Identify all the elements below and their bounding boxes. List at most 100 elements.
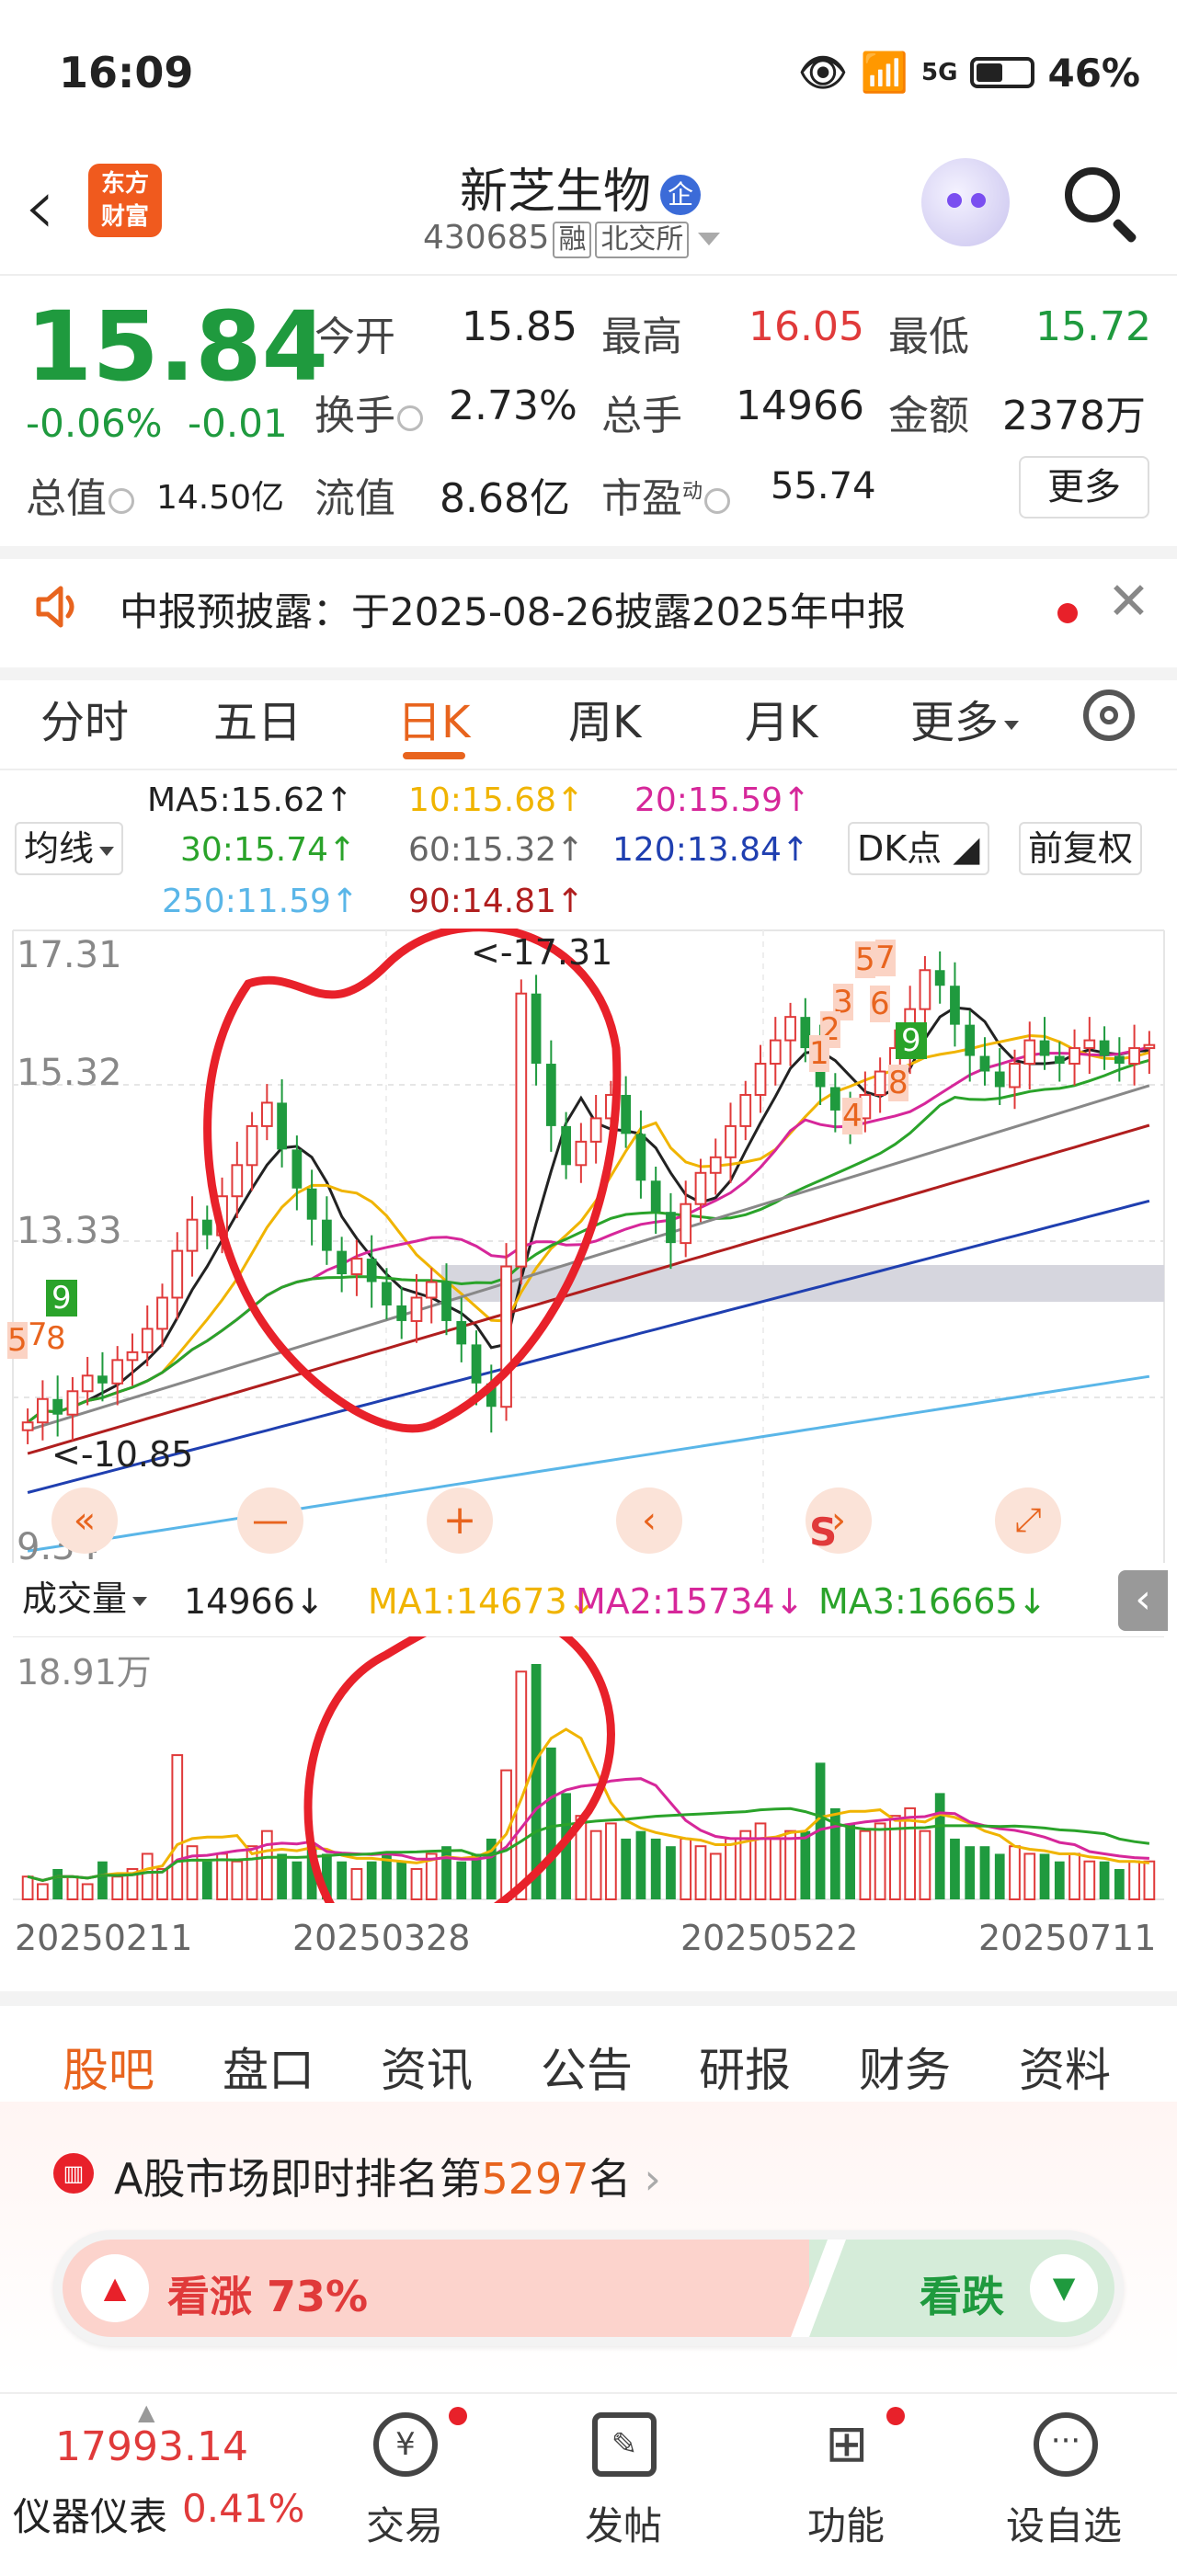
volume-bar xyxy=(291,1861,303,1899)
wifi-icon: 📶 xyxy=(860,50,909,95)
volume-label: 总手 xyxy=(601,393,682,439)
candle xyxy=(81,1374,94,1393)
volume-value: 14966↓ xyxy=(184,1581,325,1622)
nav-functions[interactable]: 功能 xyxy=(807,2495,885,2551)
info-icon xyxy=(109,488,134,514)
candle xyxy=(1068,1047,1080,1066)
more-button[interactable]: 更多 xyxy=(1019,456,1149,519)
low-value: 15.72 xyxy=(1035,303,1151,350)
bullish-label: 看涨 73% xyxy=(167,2272,369,2321)
fullscreen-icon[interactable]: ⤢ xyxy=(995,1487,1061,1554)
volume-bar xyxy=(141,1852,154,1900)
date-label: 20250328 xyxy=(292,1918,471,1958)
rank-text[interactable]: A股市场即时排名第5297名 › xyxy=(114,2146,661,2206)
candle xyxy=(97,1375,108,1384)
date-label: 20250211 xyxy=(15,1918,193,1958)
volume-bar xyxy=(97,1861,108,1899)
notice-bar[interactable]: 中报预披露：于2025-08-26披露2025年中报 ✕ xyxy=(0,546,1177,680)
nav-trade[interactable]: 交易 xyxy=(366,2495,443,2551)
tab-forum[interactable]: 股吧 xyxy=(63,2034,154,2100)
zoom-out-icon[interactable]: — xyxy=(237,1487,303,1554)
adjust-mode-button[interactable]: 前复权 xyxy=(1019,822,1143,875)
tab-research[interactable]: 研报 xyxy=(699,2034,791,2100)
ma-selector[interactable]: 均线 xyxy=(15,822,124,875)
back-icon[interactable]: ‹ xyxy=(24,167,55,246)
ma20-label: 20:15.59↑ xyxy=(634,781,811,819)
candle xyxy=(994,1071,1005,1088)
tab-daily-k[interactable]: 日K xyxy=(397,686,470,750)
candle xyxy=(21,1421,34,1431)
volume-bar xyxy=(52,1868,63,1899)
candle xyxy=(456,1320,467,1345)
trade-yen-icon[interactable]: ¥ xyxy=(373,2412,438,2477)
edit-post-icon[interactable]: ✎ xyxy=(592,2412,657,2477)
candle xyxy=(1023,1039,1036,1066)
collapse-panel-icon[interactable]: ‹ xyxy=(1118,1570,1168,1631)
grid-functions-icon[interactable]: ⊞ xyxy=(815,2412,879,2477)
amount-label: 金额 xyxy=(888,393,969,439)
nav-add-watchlist[interactable]: 设自选 xyxy=(1006,2495,1122,2551)
chart-tabs: 分时 五日 日K 周K 月K 更多 xyxy=(0,667,1177,770)
candle xyxy=(1114,1055,1125,1065)
candle xyxy=(1009,1063,1021,1089)
dk-point-button[interactable]: DK点 ◢ xyxy=(848,822,989,875)
nav-post[interactable]: 发帖 xyxy=(585,2495,662,2551)
stock-code-row[interactable]: 430685 融北交所 xyxy=(423,219,721,258)
tab-intraday[interactable]: 分时 xyxy=(40,686,129,750)
index-value[interactable]: 17993.14 xyxy=(55,2423,248,2470)
stock-header: ‹ 东方 财富 新芝生物企 430685 融北交所 xyxy=(0,147,1177,276)
expand-caret-icon: ▲ xyxy=(138,2399,155,2425)
float-value: 8.68亿 xyxy=(440,475,570,522)
search-icon[interactable] xyxy=(1065,167,1120,222)
candle xyxy=(337,1250,348,1275)
scroll-left-fast-icon[interactable]: « xyxy=(51,1487,118,1554)
candle xyxy=(561,1125,571,1166)
date-label: 20250522 xyxy=(680,1918,859,1958)
candle xyxy=(531,993,542,1065)
mcap-value: 14.50亿 xyxy=(156,479,285,517)
assistant-robot-icon[interactable] xyxy=(921,158,1010,246)
ma60-line xyxy=(27,1084,1150,1432)
td-mark: 4 xyxy=(842,1098,863,1134)
volume-bar xyxy=(621,1838,632,1899)
tab-monthly-k[interactable]: 月K xyxy=(745,686,817,750)
volume-bar xyxy=(694,1845,707,1900)
gear-icon[interactable] xyxy=(1083,690,1135,741)
volume-bar xyxy=(441,1846,451,1899)
scroll-left-icon[interactable]: ‹ xyxy=(616,1487,682,1554)
arrow-down-icon: ▼ xyxy=(1030,2254,1098,2322)
volume-bar xyxy=(21,1875,34,1900)
speaker-icon xyxy=(36,586,74,628)
tab-weekly-k[interactable]: 周K xyxy=(568,686,641,750)
candle xyxy=(829,1087,840,1111)
tab-announcements[interactable]: 公告 xyxy=(541,2034,633,2100)
tab-order-book[interactable]: 盘口 xyxy=(223,2034,314,2100)
rank-panel: ▥ A股市场即时排名第5297名 › ▲ 看涨 73% 看跌 ▼ xyxy=(0,2102,1177,2377)
volume-selector[interactable]: 成交量 xyxy=(15,1574,155,1624)
volume-bar xyxy=(37,1883,49,1900)
tab-financials[interactable]: 财务 xyxy=(859,2034,951,2100)
candle xyxy=(979,1055,990,1072)
volume-bar xyxy=(965,1846,976,1899)
tab-news[interactable]: 资讯 xyxy=(381,2034,473,2100)
volume-chart[interactable] xyxy=(0,1636,1177,1903)
ma120-label: 120:13.84↑ xyxy=(612,831,810,869)
tab-more[interactable]: 更多 xyxy=(910,686,1020,750)
zoom-in-icon[interactable]: + xyxy=(427,1487,493,1554)
ma250-label: 250:11.59↑ xyxy=(162,883,360,920)
volume-axis-max: 18.91万 xyxy=(17,1652,152,1693)
candle xyxy=(37,1397,49,1424)
volume-bar xyxy=(1114,1868,1125,1899)
volume-bar xyxy=(1128,1860,1140,1900)
close-icon[interactable]: ✕ xyxy=(1107,572,1150,632)
badge-dot xyxy=(449,2407,467,2425)
tab-five-day[interactable]: 五日 xyxy=(213,686,302,750)
network-label: 5G xyxy=(921,59,958,86)
brand-logo[interactable]: 东方 财富 xyxy=(88,164,162,237)
index-name[interactable]: 仪器仪表 xyxy=(13,2486,167,2542)
more-dots-icon[interactable]: ··· xyxy=(1034,2412,1098,2477)
candle xyxy=(575,1140,588,1167)
tab-profile[interactable]: 资料 xyxy=(1019,2034,1111,2100)
candle xyxy=(350,1258,363,1276)
volume-bar xyxy=(81,1883,94,1900)
